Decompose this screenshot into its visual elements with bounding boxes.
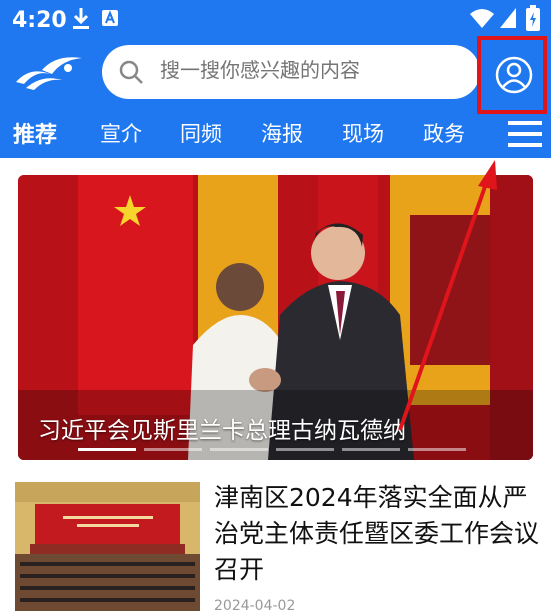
carousel-dot[interactable]: [342, 448, 400, 451]
category-tabs: 推荐 宣介 同频 海报 现场 政务: [0, 112, 551, 156]
tab-xianchang[interactable]: 现场: [342, 118, 384, 148]
a-notification-icon: [102, 10, 118, 26]
tab-tongpin[interactable]: 同频: [180, 118, 222, 148]
status-bar: 4:20: [0, 0, 551, 40]
news-thumbnail[interactable]: [15, 482, 200, 611]
user-icon: [495, 56, 533, 94]
search-input[interactable]: [160, 58, 460, 82]
carousel-dot[interactable]: [78, 448, 136, 451]
logo-icon: [16, 57, 82, 90]
carousel-dot[interactable]: [276, 448, 334, 451]
battery-icon: [526, 5, 540, 31]
carousel-dot[interactable]: [408, 448, 466, 451]
hero-banner[interactable]: 习近平会见斯里兰卡总理古纳瓦德纳: [18, 175, 533, 460]
search-bar[interactable]: [102, 45, 480, 99]
news-title[interactable]: 津南区2024年落实全面从严治党主体责任暨区委工作会议召开: [214, 480, 544, 588]
user-profile-button[interactable]: [477, 36, 547, 114]
app-header: 4:20 搜一搜你感兴趣的内容 推荐 宣介 同频 海报 现场 政务: [0, 0, 551, 158]
hero-caption: 习近平会见斯里兰卡总理古纳瓦德纳: [38, 418, 406, 444]
search-icon: [119, 60, 143, 84]
wifi-icon: [470, 9, 494, 28]
status-time: 4:20: [12, 8, 67, 33]
tab-xuanjie[interactable]: 宣介: [100, 118, 142, 148]
news-date: 2024-04-02: [214, 598, 296, 614]
menu-icon[interactable]: [508, 120, 542, 148]
carousel-dot[interactable]: [210, 448, 268, 451]
tab-haibao[interactable]: 海报: [261, 118, 303, 148]
tab-recommend[interactable]: 推荐: [13, 117, 57, 149]
download-icon: [73, 8, 89, 29]
carousel-dot[interactable]: [144, 448, 202, 451]
tab-zhengwu[interactable]: 政务: [423, 118, 465, 148]
signal-icon: [500, 8, 516, 28]
news-thumbnail-image: [15, 482, 200, 611]
